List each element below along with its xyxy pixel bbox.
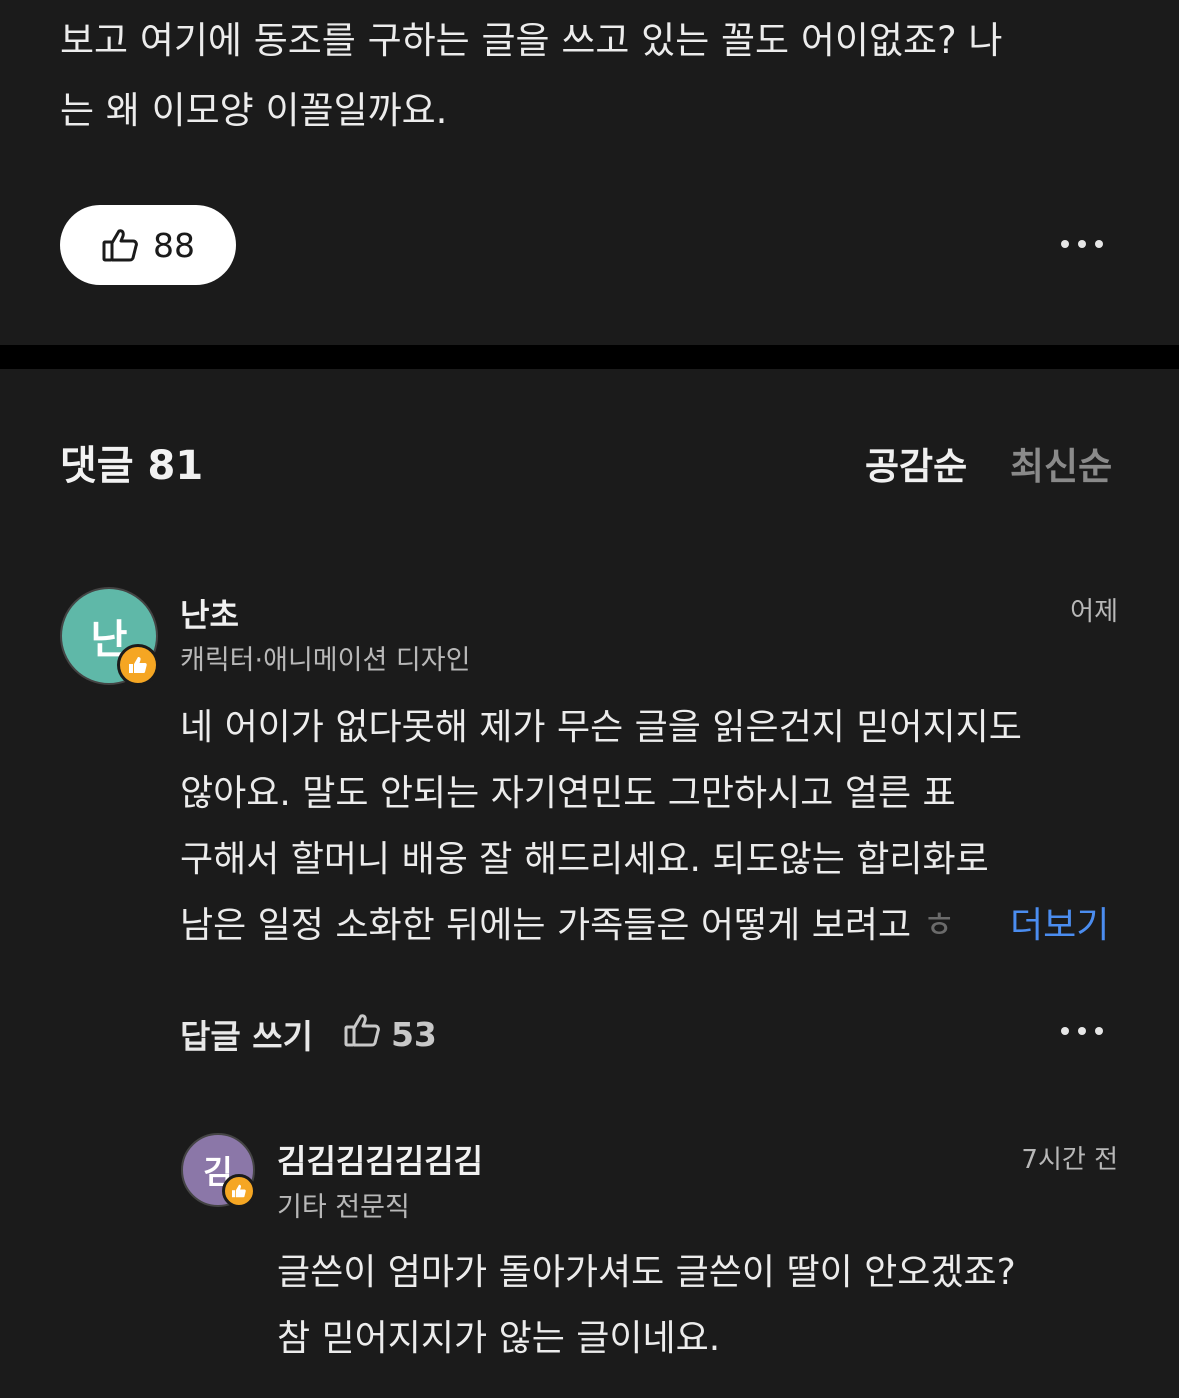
sort-popular-tab[interactable]: 공감순 [865, 436, 967, 490]
reply-button[interactable]: 답글 쓰기 [180, 1010, 313, 1058]
post-body-line: 보고 여기에 동조를 구하는 글을 쓰고 있는 꼴도 어이없죠? 나 [60, 19, 1003, 62]
comment-body-last-line: 남은 일정 소화한 뒤에는 가족들은 어떻게 보려고 ㅎ 더보기 [180, 893, 1120, 959]
comment-body: 네 어이가 없다못해 제가 무슨 글을 읽은건지 믿어지지도 않아요. 말도 안… [180, 695, 1120, 959]
comments-count-heading: 댓글 81 [60, 443, 204, 489]
truncated-char: ㅎ [922, 905, 956, 946]
post-like-count: 88 [153, 225, 195, 265]
post-body-line: 는 왜 이모양 이꼴일까요. [60, 89, 448, 132]
comment-timestamp: 어제 [1070, 597, 1118, 627]
post-body: 보고 여기에 동조를 구하는 글을 쓰고 있는 꼴도 어이없죠? 나 는 왜 이… [60, 6, 1130, 146]
thumbs-up-icon [101, 227, 139, 263]
like-badge-icon [222, 1174, 256, 1208]
comment-body-line: 네 어이가 없다못해 제가 무슨 글을 읽은건지 믿어지지도 [180, 707, 1022, 748]
comment-body-line: 남은 일정 소화한 뒤에는 가족들은 어떻게 보려고 [180, 905, 912, 946]
like-badge-icon [117, 644, 159, 686]
reply-author-name[interactable]: 김김김김김김김 [277, 1136, 483, 1182]
sort-latest-tab[interactable]: 최신순 [1010, 436, 1112, 490]
comment-body-line: 않아요. 말도 안되는 자기연민도 그만하시고 얼른 표 [180, 773, 956, 814]
post-like-button[interactable]: 88 [60, 205, 236, 285]
reply-body: 글쓴이 엄마가 돌아가셔도 글쓴이 딸이 안오겠죠? 참 믿어지지가 않는 글이… [277, 1240, 1137, 1372]
reply-timestamp: 7시간 전 [1021, 1145, 1118, 1175]
comment-more-menu-icon[interactable] [1061, 1027, 1103, 1035]
thumbs-up-icon [343, 1012, 381, 1056]
comment-body-line: 구해서 할머니 배웅 잘 해드리세요. 되도않는 합리화로 [180, 839, 989, 880]
comment-like-count: 53 [390, 1014, 437, 1054]
comment-author-role: 캐릭터·애니메이션 디자인 [180, 645, 471, 676]
reply-author-role: 기타 전문직 [277, 1192, 410, 1223]
comment-actions: 답글 쓰기 53 [180, 1010, 437, 1058]
reply-body-line: 글쓴이 엄마가 돌아가셔도 글쓴이 딸이 안오겠죠? [277, 1252, 1016, 1293]
post-detail-page: 보고 여기에 동조를 구하는 글을 쓰고 있는 꼴도 어이없죠? 나 는 왜 이… [0, 0, 1179, 1398]
see-more-link[interactable]: 더보기 [1010, 893, 1110, 959]
reply-body-line: 참 믿어지지가 않는 글이네요. [277, 1318, 721, 1359]
post-more-menu-icon[interactable] [1061, 240, 1103, 248]
comment-like-button[interactable]: 53 [343, 1012, 437, 1056]
comment-author-name[interactable]: 난초 [180, 590, 239, 636]
section-divider [0, 345, 1179, 369]
